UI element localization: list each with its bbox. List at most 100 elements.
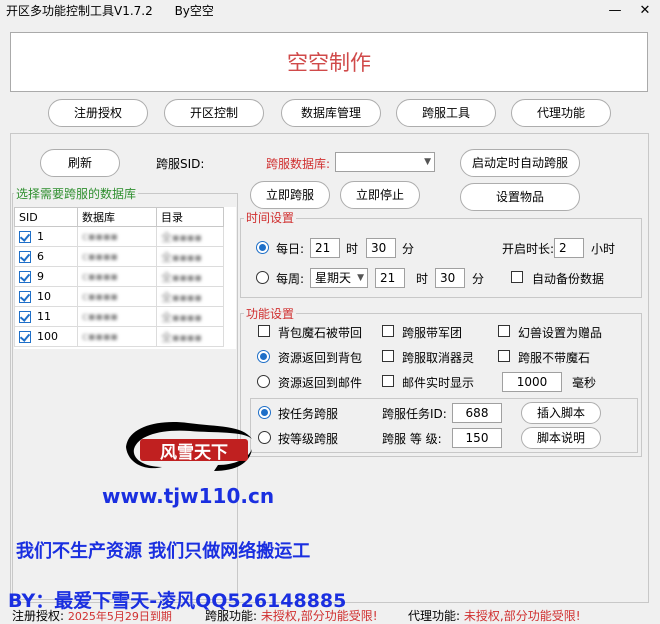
row-db-blurred: c▪▪▪▪ — [77, 226, 157, 247]
opt-no-stone-checkbox[interactable] — [498, 350, 510, 362]
col-db[interactable]: 数据库 — [77, 207, 157, 227]
watermark-url: www.tjw110.cn — [102, 484, 275, 508]
daily-hour-unit: 时 — [346, 242, 359, 256]
row-db-blurred: c▪▪▪▪ — [77, 266, 157, 287]
auto-timer-cross-button[interactable]: 启动定时自动跨服 — [460, 149, 580, 177]
table-row[interactable]: 100 c▪▪▪▪ 全▪▪▪▪ — [14, 326, 224, 347]
task-id-input[interactable]: 688 — [452, 403, 502, 423]
row-dir-blurred: 全▪▪▪▪ — [156, 326, 224, 347]
weekly-min-unit: 分 — [472, 272, 485, 286]
set-items-button[interactable]: 设置物品 — [460, 183, 580, 211]
by-level-radio[interactable] — [258, 431, 271, 444]
daily-radio[interactable] — [256, 241, 269, 254]
table-row[interactable]: 11 c▪▪▪▪ 全▪▪▪▪ — [14, 306, 224, 327]
daily-hour-input[interactable]: 21 — [310, 238, 340, 258]
open-duration-input[interactable]: 2 — [554, 238, 584, 258]
func-group-title: 功能设置 — [244, 305, 297, 322]
weekly-day-value: 星期天 — [315, 271, 352, 285]
row-sid: 10 — [37, 290, 51, 303]
row-dir-blurred: 全▪▪▪▪ — [156, 246, 224, 267]
level-label: 跨服 等 级: — [382, 432, 442, 446]
status-agent: 代理功能: 未授权,部分功能受限! — [408, 607, 581, 624]
row-dir-blurred: 全▪▪▪▪ — [156, 306, 224, 327]
task-id-label: 跨服任务ID: — [382, 407, 447, 421]
by-task-radio[interactable] — [258, 406, 271, 419]
close-icon[interactable]: ✕ — [630, 0, 660, 22]
stop-now-button[interactable]: 立即停止 — [340, 181, 420, 209]
row-checkbox[interactable] — [19, 271, 31, 283]
weekly-radio[interactable] — [256, 271, 269, 284]
res-back-mail-radio[interactable] — [257, 375, 270, 388]
opt-pet-gift-checkbox[interactable] — [498, 325, 510, 337]
time-group-title: 时间设置 — [244, 209, 297, 226]
opt-cancel-spirit-checkbox[interactable] — [382, 350, 394, 362]
row-checkbox[interactable] — [19, 311, 31, 323]
status-agent-value: 未授权,部分功能受限! — [463, 609, 581, 623]
watermark-slogan: 我们不生产资源 我们只做网络搬运工 — [16, 541, 311, 562]
insert-script-button[interactable]: 插入脚本 — [521, 402, 601, 424]
table-row[interactable]: 9 c▪▪▪▪ 全▪▪▪▪ — [14, 266, 224, 287]
row-sid: 9 — [37, 270, 44, 283]
db-table: SID 数据库 目录 1 c▪▪▪▪ 全▪▪▪▪ 6 c▪▪▪▪ 全▪▪▪▪ 9… — [14, 207, 224, 347]
script-help-button[interactable]: 脚本说明 — [521, 427, 601, 449]
open-duration-label: 开启时长: — [502, 242, 555, 256]
opt-bag-stone-checkbox[interactable] — [258, 325, 270, 337]
row-checkbox[interactable] — [19, 331, 31, 343]
weekly-label: 每周: — [276, 272, 305, 286]
opt-mail-realtime-label: 邮件实时显示 — [402, 376, 475, 390]
row-dir-blurred: 全▪▪▪▪ — [156, 266, 224, 287]
by-task-label: 按任务跨服 — [278, 407, 339, 421]
app-title: 开区多功能控制工具V1.7.2 — [6, 4, 153, 18]
opt-with-legion-label: 跨服带军团 — [402, 326, 463, 340]
open-duration-unit: 小时 — [591, 242, 616, 256]
cross-db-select[interactable]: ▼ — [335, 152, 435, 172]
opt-pet-gift-label: 幻兽设置为赠品 — [518, 326, 603, 340]
watermark-logo-text: 风雪天下 — [160, 443, 228, 463]
nav-server-control-button[interactable]: 开区控制 — [164, 99, 264, 127]
mail-interval-unit: 毫秒 — [572, 376, 597, 390]
weekly-min-input[interactable]: 30 — [435, 268, 465, 288]
level-input[interactable]: 150 — [452, 428, 502, 448]
cross-now-button[interactable]: 立即跨服 — [250, 181, 330, 209]
row-db-blurred: c▪▪▪▪ — [77, 246, 157, 267]
nav-cross-server-button[interactable]: 跨服工具 — [396, 99, 496, 127]
opt-bag-stone-label: 背包魔石被带回 — [278, 326, 363, 340]
nav-database-button[interactable]: 数据库管理 — [281, 99, 381, 127]
opt-with-legion-checkbox[interactable] — [382, 325, 394, 337]
row-checkbox[interactable] — [19, 291, 31, 303]
col-dir[interactable]: 目录 — [156, 207, 224, 227]
row-db-blurred: c▪▪▪▪ — [77, 306, 157, 327]
db-group-title: 选择需要跨服的数据库 — [14, 185, 139, 202]
status-agent-label: 代理功能: — [408, 609, 461, 623]
res-back-mail-label: 资源返回到邮件 — [278, 376, 363, 390]
cross-db-label: 跨服数据库: — [266, 157, 331, 171]
row-sid: 1 — [37, 230, 44, 243]
opt-cancel-spirit-label: 跨服取消器灵 — [402, 351, 475, 365]
minimize-icon[interactable]: — — [600, 0, 630, 22]
daily-min-input[interactable]: 30 — [366, 238, 396, 258]
row-checkbox[interactable] — [19, 231, 31, 243]
opt-mail-realtime-checkbox[interactable] — [382, 375, 394, 387]
refresh-button[interactable]: 刷新 — [40, 149, 120, 177]
table-row[interactable]: 1 c▪▪▪▪ 全▪▪▪▪ — [14, 226, 224, 247]
watermark-logo: 风雪天下 — [118, 415, 258, 475]
weekly-day-select[interactable]: 星期天 ▼ — [310, 268, 368, 288]
nav-register-button[interactable]: 注册授权 — [48, 99, 148, 127]
weekly-hour-input[interactable]: 21 — [375, 268, 405, 288]
auto-backup-checkbox[interactable] — [511, 271, 523, 283]
nav-agent-button[interactable]: 代理功能 — [511, 99, 611, 127]
chevron-down-icon: ▼ — [357, 273, 364, 283]
banner: 空空制作 — [10, 32, 648, 92]
table-row[interactable]: 10 c▪▪▪▪ 全▪▪▪▪ — [14, 286, 224, 307]
db-table-wrapper[interactable]: SID 数据库 目录 1 c▪▪▪▪ 全▪▪▪▪ 6 c▪▪▪▪ 全▪▪▪▪ 9… — [14, 207, 236, 349]
auto-backup-label: 自动备份数据 — [532, 272, 605, 286]
res-back-bag-radio[interactable] — [257, 350, 270, 363]
chevron-down-icon: ▼ — [424, 157, 431, 167]
window-title: 开区多功能控制工具V1.7.2 By空空 — [6, 2, 214, 19]
col-sid[interactable]: SID — [14, 207, 78, 227]
res-back-bag-label: 资源返回到背包 — [278, 351, 363, 365]
mail-interval-input[interactable]: 1000 — [502, 372, 562, 392]
row-checkbox[interactable] — [19, 251, 31, 263]
row-dir-blurred: 全▪▪▪▪ — [156, 226, 224, 247]
table-row[interactable]: 6 c▪▪▪▪ 全▪▪▪▪ — [14, 246, 224, 267]
